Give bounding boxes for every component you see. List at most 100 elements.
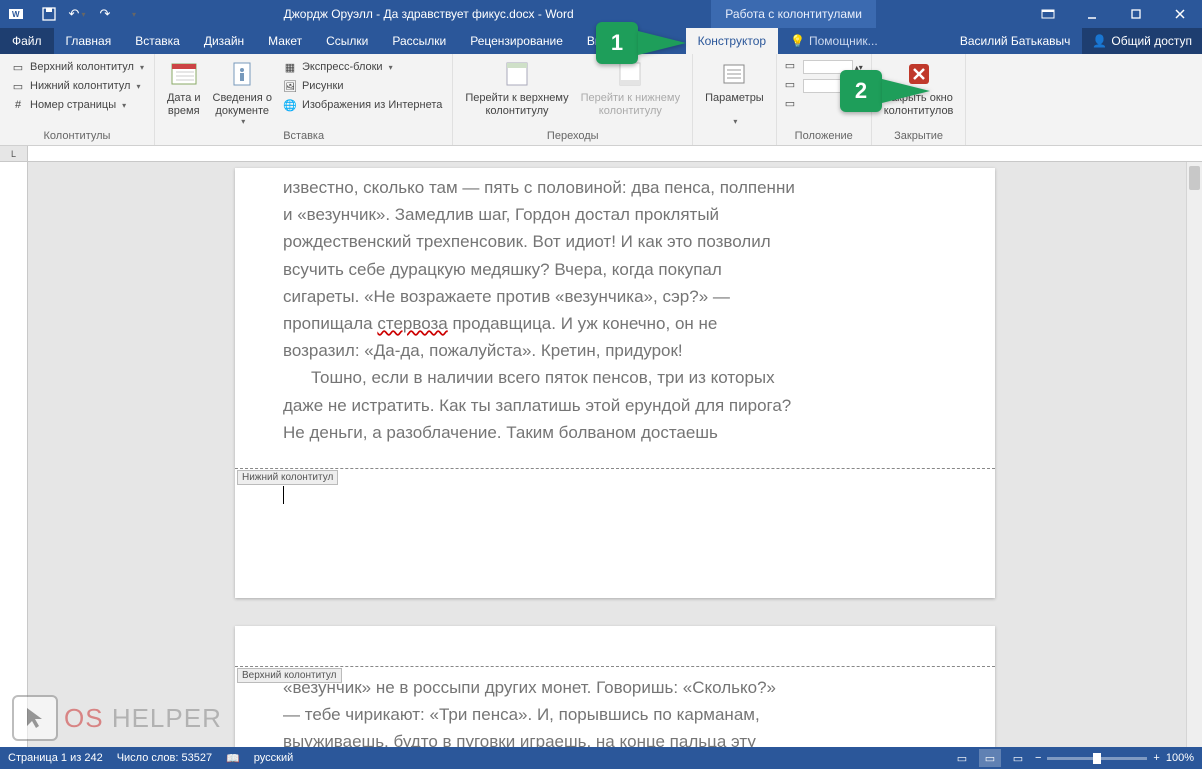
- tab-file[interactable]: Файл: [0, 28, 54, 54]
- goto-header-label: Перейти к верхнему колонтитулу: [465, 92, 568, 117]
- pictures-label: Рисунки: [302, 80, 344, 92]
- options-button[interactable]: Параметры▾: [699, 56, 770, 126]
- goto-footer-button: Перейти к нижнему колонтитулу: [575, 56, 686, 117]
- user-name[interactable]: Василий Батькавыч: [948, 28, 1083, 54]
- header-icon: ▭: [10, 59, 26, 75]
- header-label: Верхний колонтитул: [237, 668, 342, 683]
- text-line: и «везунчик». Замедлив шаг, Гордон доста…: [283, 201, 947, 228]
- date-time-button[interactable]: Дата и время: [161, 56, 207, 117]
- text-line: — тебе чирикают: «Три пенса». И, порывши…: [283, 701, 947, 728]
- options-label: Параметры: [705, 92, 764, 105]
- quick-parts-button[interactable]: ▦Экспресс-блоки▾: [278, 58, 446, 76]
- spellcheck-icon[interactable]: 📖: [226, 752, 240, 765]
- document-info-button[interactable]: Сведения о документе▾: [207, 56, 278, 126]
- page-1: известно, сколько там — пять с половиной…: [235, 168, 995, 598]
- group-label-insert: Вставка: [161, 128, 446, 145]
- callout-1-number: 1: [596, 22, 638, 64]
- view-web-button[interactable]: ▭: [1007, 749, 1029, 767]
- qat-customize[interactable]: ▾: [120, 2, 146, 26]
- tab-review[interactable]: Рецензирование: [458, 28, 575, 54]
- header-boundary: [235, 666, 995, 667]
- view-read-button[interactable]: ▭: [951, 749, 973, 767]
- zoom-thumb[interactable]: [1093, 753, 1101, 764]
- group-label-close: Закрытие: [878, 128, 960, 145]
- align-icon: ▭: [785, 97, 801, 113]
- callout-arrow-icon: [882, 79, 930, 103]
- tell-me-search[interactable]: 💡 Помощник...: [778, 28, 890, 54]
- zoom-value[interactable]: 100%: [1166, 752, 1194, 764]
- group-label-options: [699, 128, 770, 145]
- online-pictures-label: Изображения из Интернета: [302, 99, 442, 111]
- text-line: выуживаешь, будто в пуговки играешь, на …: [283, 728, 947, 747]
- online-pictures-icon: 🌐: [282, 97, 298, 113]
- zoom-slider[interactable]: [1047, 757, 1147, 760]
- callout-arrow-icon: [638, 31, 686, 55]
- horizontal-ruler[interactable]: [28, 146, 1202, 162]
- maximize-button[interactable]: [1114, 0, 1158, 28]
- quick-parts-icon: ▦: [282, 59, 298, 75]
- body-text[interactable]: известно, сколько там — пять с половиной…: [235, 168, 995, 446]
- undo-button[interactable]: ↶▾: [64, 2, 90, 26]
- calendar-icon: [168, 58, 200, 90]
- tab-insert[interactable]: Вставка: [123, 28, 192, 54]
- tab-layout[interactable]: Макет: [256, 28, 314, 54]
- zoom-in-button[interactable]: +: [1153, 752, 1159, 764]
- footer-label: Нижний колонтитул: [237, 470, 338, 485]
- tab-hf-design[interactable]: Конструктор: [686, 28, 778, 54]
- group-label-position: Положение: [783, 128, 865, 145]
- ribbon: ▭Верхний колонтитул▾ ▭Нижний колонтитул▾…: [0, 54, 1202, 146]
- tab-mailings[interactable]: Рассылки: [380, 28, 458, 54]
- tab-design[interactable]: Дизайн: [192, 28, 256, 54]
- view-print-button[interactable]: ▭: [979, 749, 1001, 767]
- status-word-count[interactable]: Число слов: 53527: [117, 752, 212, 764]
- group-insert: Дата и время Сведения о документе▾ ▦ Эксп…: [155, 54, 453, 145]
- footer-label: Нижний колонтитул: [30, 80, 130, 92]
- footer-boundary: [235, 468, 995, 469]
- goto-header-button[interactable]: Перейти к верхнему колонтитулу: [459, 56, 574, 117]
- text-line: даже не истратить. Как ты заплатишь этой…: [283, 392, 947, 419]
- page-scroll[interactable]: известно, сколько там — пять с половиной…: [28, 162, 1202, 747]
- spellcheck-word[interactable]: стервоза: [377, 314, 447, 333]
- text-line: пропищала стервоза продавщица. И уж коне…: [283, 310, 947, 337]
- minimize-button[interactable]: [1070, 0, 1114, 28]
- redo-button[interactable]: ↷: [92, 2, 118, 26]
- group-navigation: Перейти к верхнему колонтитулу Перейти к…: [453, 54, 693, 145]
- tab-home[interactable]: Главная: [54, 28, 124, 54]
- footer-icon: ▭: [10, 78, 26, 94]
- text-line: известно, сколько там — пять с половиной…: [283, 174, 947, 201]
- close-button[interactable]: [1158, 0, 1202, 28]
- quick-access-toolbar: ↶▾ ↷ ▾: [36, 2, 146, 26]
- online-pictures-button[interactable]: 🌐 Изображения из Интернета: [278, 96, 446, 114]
- scrollbar-thumb[interactable]: [1189, 166, 1200, 190]
- tab-references[interactable]: Ссылки: [314, 28, 380, 54]
- text-line: всучить себе дурацкую медяшку? Вчера, ко…: [283, 256, 947, 283]
- ribbon-options-button[interactable]: [1026, 0, 1070, 28]
- svg-text:W: W: [12, 10, 20, 19]
- vertical-scrollbar[interactable]: [1186, 162, 1202, 747]
- group-label-nav: Переходы: [459, 128, 686, 145]
- status-bar: Страница 1 из 242 Число слов: 53527 📖 ру…: [0, 747, 1202, 769]
- ruler-corner[interactable]: L: [0, 146, 28, 162]
- save-button[interactable]: [36, 2, 62, 26]
- watermark-helper: HELPER: [112, 703, 222, 733]
- position-icon: ▭: [785, 78, 801, 94]
- page-2: Верхний колонтитул «везунчик» не в россы…: [235, 626, 995, 747]
- body-text[interactable]: «везунчик» не в россыпи других монет. Го…: [235, 626, 995, 747]
- footer-button[interactable]: ▭Нижний колонтитул▾: [6, 77, 148, 95]
- vertical-ruler[interactable]: [0, 162, 28, 747]
- text-line: Не деньги, а разоблачение. Таким болвано…: [283, 419, 947, 446]
- text-line: возразил: «Да-да, пожалуйста». Кретин, п…: [283, 337, 947, 364]
- text-cursor: [283, 486, 284, 504]
- footer-area[interactable]: [235, 486, 284, 504]
- page-number-button[interactable]: #Номер страницы▾: [6, 96, 148, 114]
- pictures-icon: 🖼: [282, 78, 298, 94]
- header-button[interactable]: ▭Верхний колонтитул▾: [6, 58, 148, 76]
- zoom-out-button[interactable]: −: [1035, 752, 1041, 764]
- status-page[interactable]: Страница 1 из 242: [8, 752, 103, 764]
- status-language[interactable]: русский: [254, 752, 293, 764]
- header-label: Верхний колонтитул: [30, 61, 134, 73]
- pictures-button[interactable]: 🖼 Рисунки: [278, 77, 446, 95]
- text-line: Тошно, если в наличии всего пяток пенсов…: [283, 364, 947, 391]
- quick-parts-label: Экспресс-блоки: [302, 61, 383, 73]
- share-button[interactable]: 👤 Общий доступ: [1082, 28, 1202, 54]
